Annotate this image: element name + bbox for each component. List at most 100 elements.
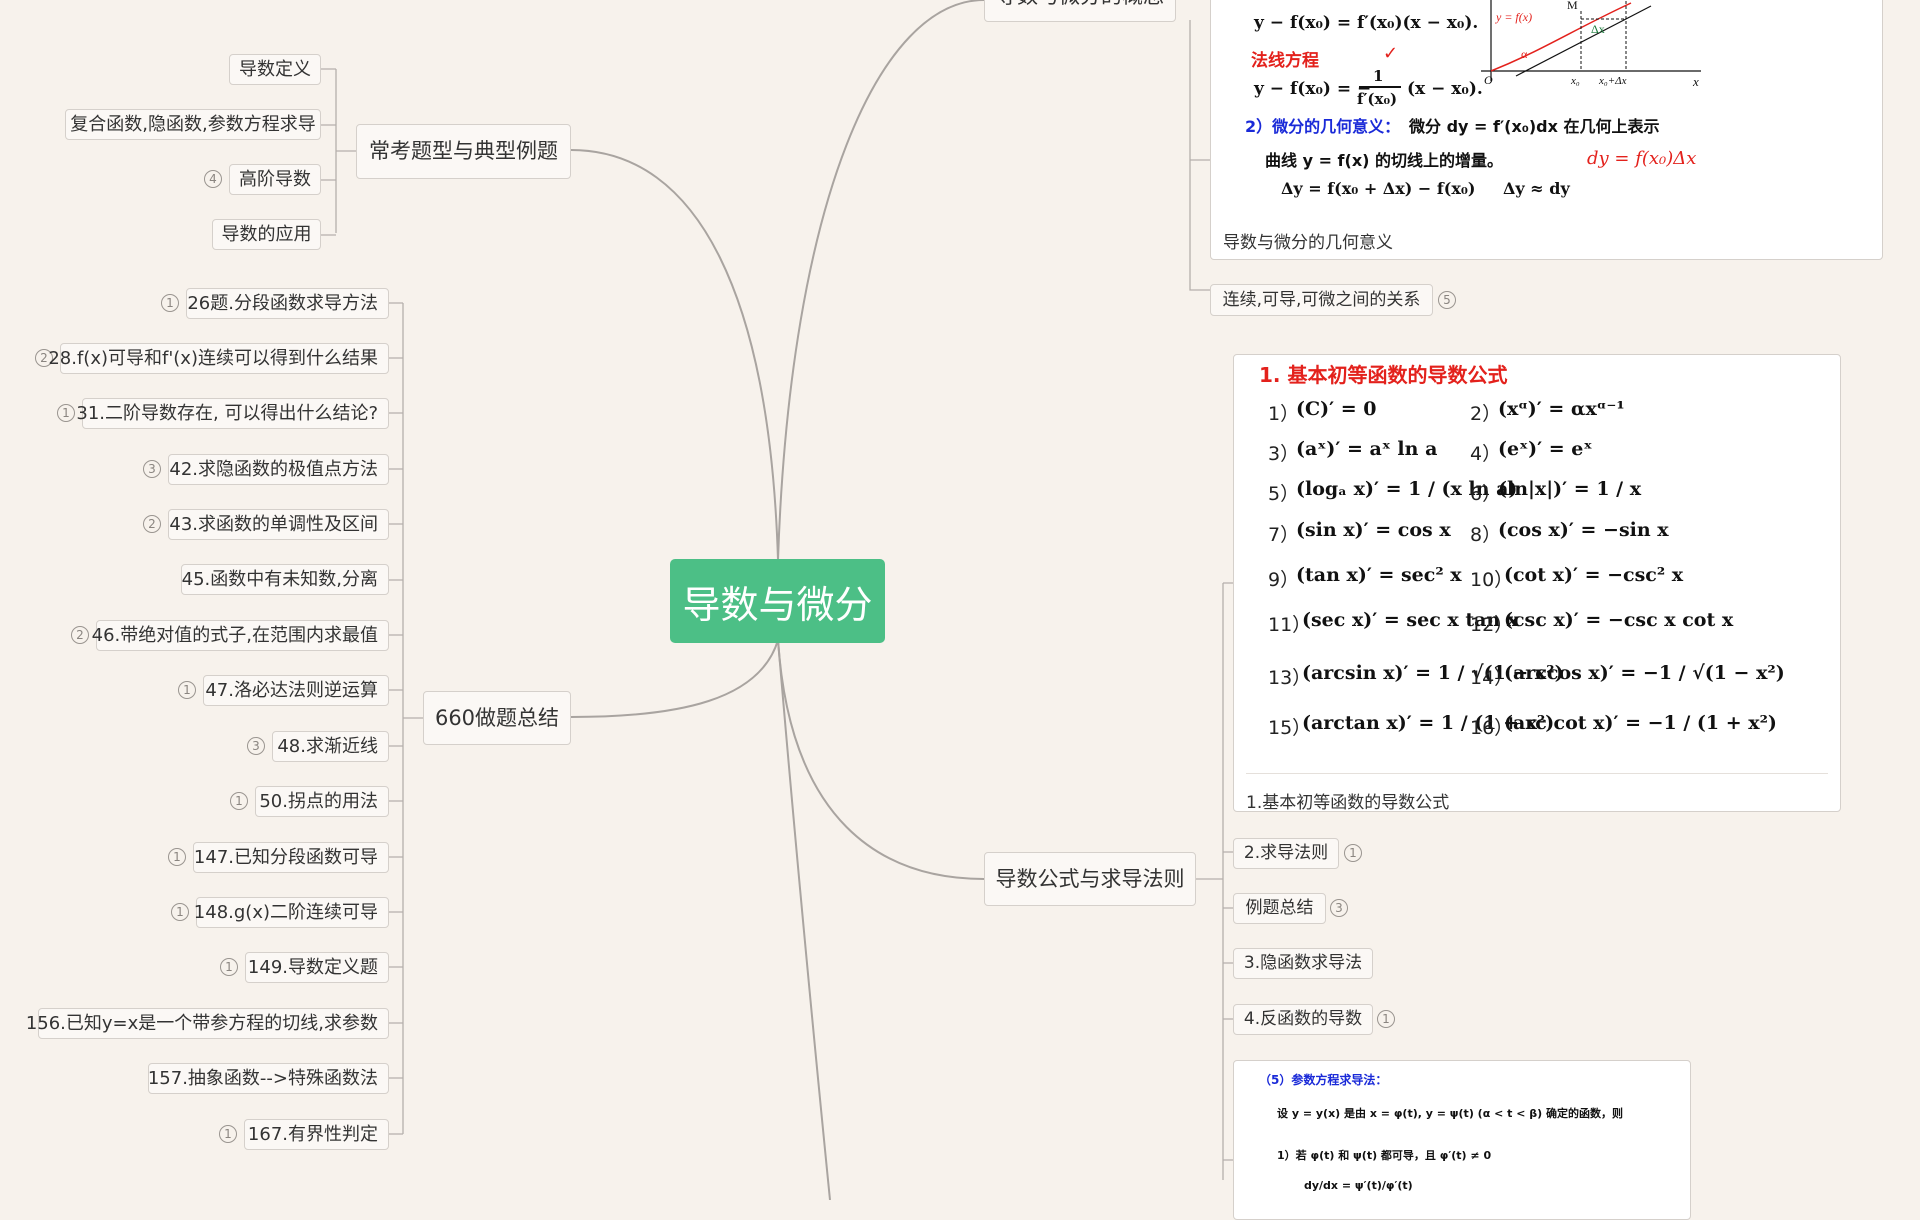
edge-root-q660 [570, 639, 779, 718]
svg-text:α: α [1521, 47, 1528, 61]
formula-number: 8） [1470, 524, 1502, 546]
formula-divider [1246, 773, 1828, 774]
formula-number: 6） [1470, 483, 1502, 505]
q660-item[interactable]: 31.二阶导数存在, 可以得出什么结论? [76, 398, 389, 429]
count-badge[interactable]: 1 [1344, 844, 1362, 862]
tangent-line-diagram: y = f(x) M Δx O x₀ x₀+Δx x α [1481, 0, 1701, 89]
count-badge[interactable]: 1 [1377, 1010, 1395, 1028]
derivative-formula: (sin x)′ = cos x [1296, 519, 1451, 541]
changkao-item[interactable]: 复合函数,隐函数,参数方程求导 [65, 109, 321, 140]
svg-text:y = f(x): y = f(x) [1495, 10, 1532, 24]
count-badge[interactable]: 1 [219, 1125, 237, 1143]
count-badge[interactable]: 4 [204, 170, 222, 188]
count-badge[interactable]: 1 [230, 792, 248, 810]
diff-geo-title: 2）微分的几何意义： [1245, 117, 1401, 136]
count-badge[interactable]: 1 [220, 958, 238, 976]
count-badge[interactable]: 1 [171, 903, 189, 921]
formula-number: 4） [1470, 443, 1502, 465]
count-badge[interactable]: 3 [1330, 899, 1348, 917]
branch-concept[interactable]: 导数与微分的概念 [984, 0, 1176, 22]
normal-fraction-den: f′(x₀) [1357, 90, 1398, 108]
root-node[interactable]: 导数与微分 [670, 559, 885, 643]
count-badge[interactable]: 2 [71, 626, 89, 644]
formula-number: 1） [1268, 403, 1300, 425]
count-badge[interactable]: 3 [247, 737, 265, 755]
geometric-meaning-card[interactable]: y − f(x₀) = f′(x₀)(x − x₀). 法线方程 ✓ y − f… [1210, 0, 1883, 260]
q660-item[interactable]: 156.已知y=x是一个带参方程的切线,求参数 [26, 1008, 389, 1039]
q660-item[interactable]: 46.带绝对值的式子,在范围内求最值 [92, 620, 389, 651]
formula-number: 3） [1268, 443, 1300, 465]
count-badge[interactable]: 1 [57, 404, 75, 422]
formula-child[interactable]: 例题总结 [1233, 893, 1326, 924]
formula-number: 9） [1268, 569, 1300, 591]
q660-item[interactable]: 28.f(x)可导和f'(x)连续可以得到什么结果 [48, 343, 389, 374]
derivative-formula: (cos x)′ = −sin x [1498, 519, 1669, 541]
count-badge[interactable]: 1 [178, 681, 196, 699]
q660-item[interactable]: 42.求隐函数的极值点方法 [168, 454, 389, 485]
q660-item[interactable]: 43.求函数的单调性及区间 [168, 509, 389, 540]
diff-geo-text: 微分 dy = f′(x₀)dx 在几何上表示 [1409, 117, 1660, 136]
svg-text:x: x [1692, 74, 1699, 89]
svg-text:x₀+Δx: x₀+Δx [1598, 75, 1627, 87]
param-line2: 1）若 φ(t) 和 ψ(t) 都可导，且 φ′(t) ≠ 0 [1277, 1149, 1492, 1162]
q660-item[interactable]: 147.已知分段函数可导 [193, 842, 389, 873]
approx-formula: Δy ≈ dy [1503, 179, 1570, 198]
count-badge[interactable]: 1 [161, 294, 179, 312]
q660-item[interactable]: 157.抽象函数-->特殊函数法 [148, 1063, 389, 1094]
changkao-item[interactable]: 导数的应用 [212, 219, 321, 250]
tangent-equation: y − f(x₀) = f′(x₀)(x − x₀). [1254, 13, 1479, 33]
derivative-formula: (ln|x|)′ = 1 / x [1498, 478, 1642, 500]
edge-root-bottom [777, 639, 831, 1200]
formula-number: 5） [1268, 483, 1300, 505]
branch-changkao[interactable]: 常考题型与典型例题 [356, 124, 571, 179]
q660-item[interactable]: 167.有界性判定 [244, 1119, 389, 1150]
derivative-formula: (xᵅ)′ = αxᵅ⁻¹ [1498, 398, 1625, 420]
derivative-formula: (tan x)′ = sec² x [1296, 564, 1462, 586]
parametric-card[interactable]: （5）参数方程求导法： 设 y = y(x) 是由 x = φ(t), y = … [1233, 1060, 1691, 1220]
diff-geo-text2: 曲线 y = f(x) 的切线上的增量。 [1265, 151, 1504, 170]
branch-660[interactable]: 660做题总结 [423, 691, 571, 745]
normal-fraction-num: 1 [1373, 67, 1384, 85]
count-badge[interactable]: 5 [1438, 291, 1456, 309]
normal-label: 法线方程 [1251, 51, 1319, 71]
q660-item[interactable]: 50.拐点的用法 [255, 786, 389, 817]
derivative-formula: (eˣ)′ = eˣ [1498, 438, 1593, 460]
q660-item[interactable]: 26题.分段函数求导方法 [186, 288, 389, 319]
svg-text:Δx: Δx [1591, 22, 1605, 36]
svg-text:O: O [1484, 73, 1493, 87]
derivative-formulas-card[interactable]: 1. 基本初等函数的导数公式 1） (C)′ = 0 2） (xᵅ)′ = αxᵅ⁻¹… [1233, 354, 1841, 812]
svg-text:M: M [1567, 0, 1578, 12]
q660-item[interactable]: 149.导数定义题 [245, 952, 389, 983]
formula-number: 7） [1268, 524, 1300, 546]
derivative-formula: (arccos x)′ = −1 / √(1 − x²) [1504, 662, 1785, 684]
formula-child[interactable]: 4.反函数的导数 [1233, 1004, 1373, 1035]
formula-number: 2） [1470, 403, 1502, 425]
count-badge[interactable]: 2 [143, 515, 161, 533]
normal-fraction-bar [1359, 86, 1401, 88]
formula-child[interactable]: 3.隐函数求导法 [1233, 948, 1373, 979]
q660-item[interactable]: 45.函数中有未知数,分离 [181, 564, 389, 595]
formula-card-title: 1. 基本初等函数的导数公式 [1259, 363, 1508, 387]
changkao-item[interactable]: 导数定义 [229, 54, 321, 85]
continuity-node[interactable]: 连续,可导,可微之间的关系 [1210, 284, 1433, 316]
check-mark-icon: ✓ [1383, 43, 1399, 64]
edge-root-formula [777, 639, 985, 880]
edge-root-concept [777, 0, 985, 561]
derivative-formula: (aˣ)′ = aˣ ln a [1296, 438, 1438, 460]
svg-text:x₀: x₀ [1570, 75, 1580, 87]
derivative-formula: (C)′ = 0 [1296, 398, 1377, 420]
q660-item[interactable]: 148.g(x)二阶连续可导 [194, 897, 389, 928]
count-badge[interactable]: 1 [168, 848, 186, 866]
changkao-item[interactable]: 高阶导数 [229, 164, 321, 195]
count-badge[interactable]: 3 [143, 460, 161, 478]
q660-item[interactable]: 48.求渐近线 [272, 731, 389, 762]
geometric-card-caption: 导数与微分的几何意义 [1223, 233, 1393, 253]
param-line3: dy/dx = ψ′(t)/φ′(t) [1304, 1179, 1413, 1192]
branch-formula[interactable]: 导数公式与求导法则 [984, 852, 1196, 906]
param-title: （5）参数方程求导法： [1259, 1073, 1388, 1087]
formula-child[interactable]: 2.求导法则 [1233, 838, 1339, 869]
edge-root-changkao [570, 149, 779, 561]
delta-y-formula: Δy = f(x₀ + Δx) − f(x₀) [1281, 179, 1476, 198]
q660-item[interactable]: 47.洛必达法则逆运算 [203, 675, 389, 706]
handwritten-note: dy = f(x₀)Δx [1587, 148, 1697, 169]
